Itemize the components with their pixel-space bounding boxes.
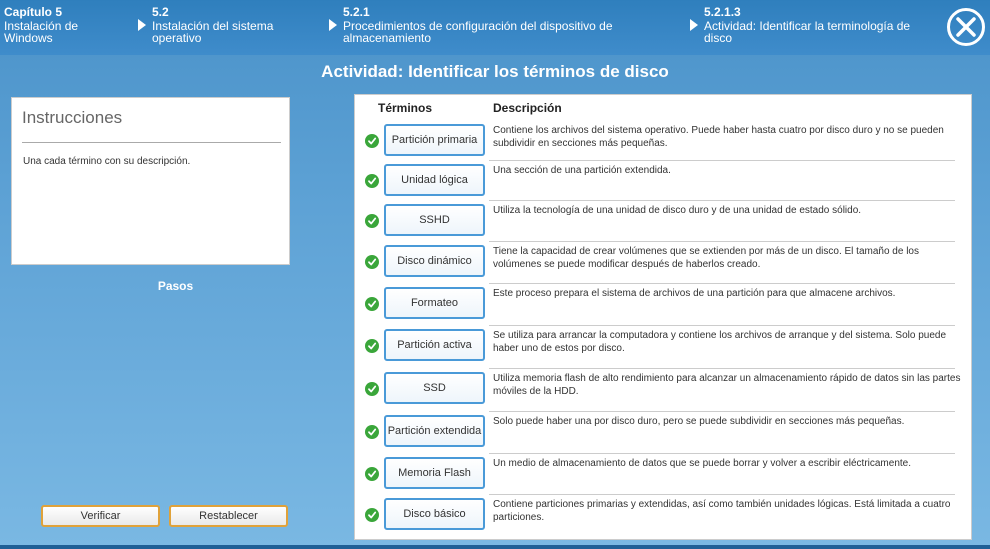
row-divider	[489, 368, 955, 369]
check-icon	[365, 134, 379, 148]
breadcrumb-number: 5.2	[152, 5, 169, 19]
term-button[interactable]: Partición activa	[384, 329, 485, 361]
instructions-heading: Instrucciones	[22, 108, 123, 127]
check-icon	[365, 382, 379, 396]
row-divider	[489, 453, 955, 454]
check-icon	[365, 339, 379, 353]
page-title: Actividad: Identificar los términos de d…	[321, 62, 669, 81]
term-button[interactable]: Partición primaria	[384, 124, 485, 156]
breadcrumb-text: Procedimientos de configuración del disp…	[343, 19, 613, 45]
term-description: Contiene particiones primarias y extendi…	[493, 499, 951, 523]
check-icon	[365, 255, 379, 269]
check-icon	[365, 297, 379, 311]
row-divider	[489, 241, 955, 242]
divider	[22, 142, 281, 143]
chevron-right-icon	[138, 19, 146, 31]
term-button[interactable]: Partición extendida	[384, 415, 485, 447]
table-row: SSD Utiliza memoria flash de alto rendimi…	[355, 370, 973, 412]
row-divider	[489, 411, 955, 412]
reset-button[interactable]: Restablecer	[169, 505, 288, 527]
table-row: Partición activa Se utiliza para arrancar…	[355, 327, 973, 369]
check-icon	[365, 467, 379, 481]
table-row: Memoria Flash Un medio de almacenamiento …	[355, 455, 973, 495]
close-button[interactable]	[947, 8, 985, 46]
term-description: Contiene los archivos del sistema operat…	[493, 125, 944, 149]
row-divider	[489, 200, 955, 201]
term-description: Este proceso prepara el sistema de archi…	[493, 288, 896, 299]
term-button[interactable]: Memoria Flash	[384, 457, 485, 489]
table-row: Unidad lógica Una sección de una partició…	[355, 162, 973, 202]
breadcrumb-section[interactable]: 5.2 Instalación del sistema operativo	[138, 5, 302, 45]
breadcrumb-text: Instalación del sistema operativo	[152, 19, 274, 45]
terms-column-header: Términos	[378, 101, 433, 115]
check-icon	[365, 425, 379, 439]
breadcrumb-number: 5.2.1	[343, 5, 370, 19]
matching-panel: Términos Descripción Partición primaria C…	[354, 94, 972, 540]
description-column-header: Descripción	[493, 101, 562, 115]
term-button[interactable]: Unidad lógica	[384, 164, 485, 196]
term-description: Una sección de una partición extendida.	[493, 165, 671, 176]
table-row: SSHD Utiliza la tecnología de una unidad …	[355, 202, 973, 242]
breadcrumb-text: Instalación de Windows	[4, 19, 79, 45]
row-divider	[489, 325, 955, 326]
table-row: Formateo Este proceso prepara el sistema …	[355, 285, 973, 326]
table-row: Partición extendida Solo puede haber una …	[355, 413, 973, 454]
check-icon	[365, 214, 379, 228]
table-row: Disco básico Contiene particiones primari…	[355, 496, 973, 536]
term-button[interactable]: Disco dinámico	[384, 245, 485, 277]
table-row: Partición primaria Contiene los archivos …	[355, 122, 973, 162]
term-description: Solo puede haber una por disco duro, per…	[493, 416, 905, 427]
term-description: Un medio de almacenamiento de datos que …	[493, 458, 911, 469]
term-button[interactable]: SSD	[384, 372, 485, 404]
term-description: Utiliza memoria flash de alto rendimient…	[493, 373, 961, 397]
breadcrumb-activity[interactable]: 5.2.1.3 Actividad: Identificar la termin…	[690, 5, 924, 45]
instructions-panel: Instrucciones Una cada término con su de…	[11, 97, 290, 265]
chevron-right-icon	[690, 19, 698, 31]
term-description: Tiene la capacidad de crear volúmenes qu…	[493, 246, 919, 270]
table-row: Disco dinámico Tiene la capacidad de crea…	[355, 243, 973, 284]
term-button[interactable]: Disco básico	[384, 498, 485, 530]
breadcrumb-chapter[interactable]: Capítulo 5 Instalación de Windows	[4, 6, 124, 44]
close-icon	[956, 17, 976, 37]
row-divider	[489, 283, 955, 284]
row-divider	[489, 494, 955, 495]
check-icon	[365, 508, 379, 522]
breadcrumb-text: Actividad: Identificar la terminología d…	[704, 19, 911, 45]
breadcrumb-number: Capítulo 5	[4, 5, 63, 19]
chevron-right-icon	[329, 19, 337, 31]
top-navigation-bar: Capítulo 5 Instalación de Windows 5.2 In…	[0, 0, 990, 55]
term-description: Se utiliza para arrancar la computadora …	[493, 330, 947, 354]
term-button[interactable]: SSHD	[384, 204, 485, 236]
instructions-text: Una cada término con su descripción.	[23, 156, 191, 167]
breadcrumb-subsection[interactable]: 5.2.1 Procedimientos de configuración de…	[329, 5, 643, 45]
term-description: Utiliza la tecnología de una unidad de d…	[493, 205, 862, 216]
breadcrumb-number: 5.2.1.3	[704, 5, 741, 19]
row-divider	[489, 160, 955, 161]
check-icon	[365, 174, 379, 188]
steps-label: Pasos	[157, 279, 194, 293]
bottom-strip	[0, 545, 990, 549]
verify-button[interactable]: Verificar	[41, 505, 160, 527]
term-button[interactable]: Formateo	[384, 287, 485, 319]
